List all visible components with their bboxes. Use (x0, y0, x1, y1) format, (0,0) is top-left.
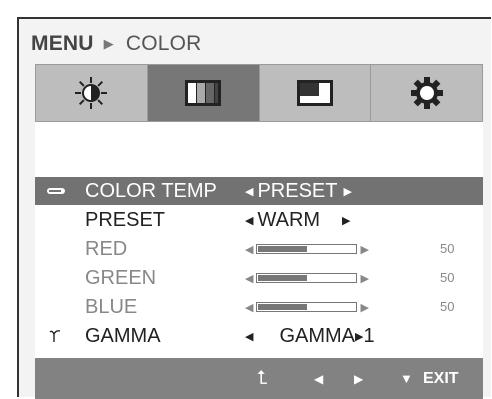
tab-display[interactable] (259, 64, 372, 122)
preset-right-arrow-icon[interactable]: ▶ (342, 214, 350, 227)
gamma-right-arrow-icon[interactable]: ▶ (355, 330, 363, 343)
breadcrumb: MENU ▶ COLOR (31, 30, 202, 58)
preset-left-arrow-icon[interactable]: ◀ (245, 214, 253, 227)
row-gamma[interactable]: GAMMA ◀ GAMMA ▶ 1 (35, 322, 483, 350)
green-left-arrow-icon[interactable]: ◀ (245, 272, 253, 285)
blue-label: BLUE (85, 296, 138, 318)
gamma-left-arrow-icon[interactable]: ◀ (245, 330, 253, 343)
color-temp-icon (47, 177, 67, 205)
tab-color[interactable] (147, 64, 260, 122)
blue-right-arrow-icon[interactable]: ▶ (360, 301, 368, 314)
row-color-temp[interactable]: COLOR TEMP ◀ PRESET ▶ (35, 177, 483, 205)
preset-value: WARM (257, 208, 321, 231)
row-preset[interactable]: PRESET ◀ WARM ▶ (35, 206, 483, 234)
footer-down-arrow-icon[interactable]: ▼ (400, 358, 413, 399)
footer-left-arrow-icon[interactable]: ◀ (314, 358, 323, 399)
blue-value: 50 (440, 299, 455, 314)
row-green[interactable]: GREEN ◀ ▶ 50 (35, 264, 483, 292)
green-slider[interactable] (256, 273, 358, 283)
color-temp-right-arrow-icon[interactable]: ▶ (344, 185, 352, 198)
green-label: GREEN (85, 267, 157, 289)
up-level-icon[interactable]: ⮤ (257, 358, 268, 399)
breadcrumb-separator-icon: ▶ (103, 36, 114, 51)
color-temp-label: COLOR TEMP (85, 180, 217, 202)
breadcrumb-current: COLOR (125, 32, 202, 55)
blue-left-arrow-icon[interactable]: ◀ (245, 301, 253, 314)
red-right-arrow-icon[interactable]: ▶ (360, 243, 368, 256)
red-slider[interactable] (256, 244, 358, 254)
tab-picture[interactable] (35, 64, 148, 122)
green-slider-fill (258, 275, 307, 281)
red-label: RED (85, 238, 128, 260)
color-temp-left-arrow-icon[interactable]: ◀ (245, 185, 253, 198)
green-value: 50 (440, 270, 455, 285)
row-red[interactable]: RED ◀ ▶ 50 (35, 235, 483, 263)
color-bars-icon (185, 80, 222, 106)
row-blue[interactable]: BLUE ◀ ▶ 50 (35, 293, 483, 321)
settings-gear-icon (410, 77, 443, 109)
green-right-arrow-icon[interactable]: ▶ (360, 272, 368, 285)
blue-slider-fill (258, 304, 307, 310)
gamma-icon (49, 322, 61, 350)
tab-bar (35, 64, 483, 122)
red-slider-fill (258, 246, 307, 252)
screen-position-icon (296, 80, 333, 106)
color-temp-value: PRESET (257, 179, 338, 202)
gamma-value: GAMMA (279, 324, 356, 347)
brightness-icon (75, 77, 108, 109)
gamma-value-suffix: 1 (363, 324, 375, 347)
tab-settings[interactable] (371, 64, 483, 122)
gamma-label: GAMMA (85, 325, 161, 347)
osd-menu-window: MENU ▶ COLOR COLOR TEMP ◀ PRESET ▶ PRESE… (17, 17, 491, 399)
blue-slider[interactable] (256, 302, 358, 312)
footer-right-arrow-icon[interactable]: ▶ (354, 358, 363, 399)
footer-bar: ⮤ ◀ ▶ ▼ EXIT (35, 358, 483, 399)
red-value: 50 (440, 241, 455, 256)
red-left-arrow-icon[interactable]: ◀ (245, 243, 253, 256)
preset-label: PRESET (85, 209, 166, 231)
exit-button[interactable]: EXIT (423, 358, 459, 399)
color-menu-content: COLOR TEMP ◀ PRESET ▶ PRESET ◀ WARM ▶ RE… (35, 122, 483, 358)
breadcrumb-menu[interactable]: MENU (31, 32, 94, 56)
